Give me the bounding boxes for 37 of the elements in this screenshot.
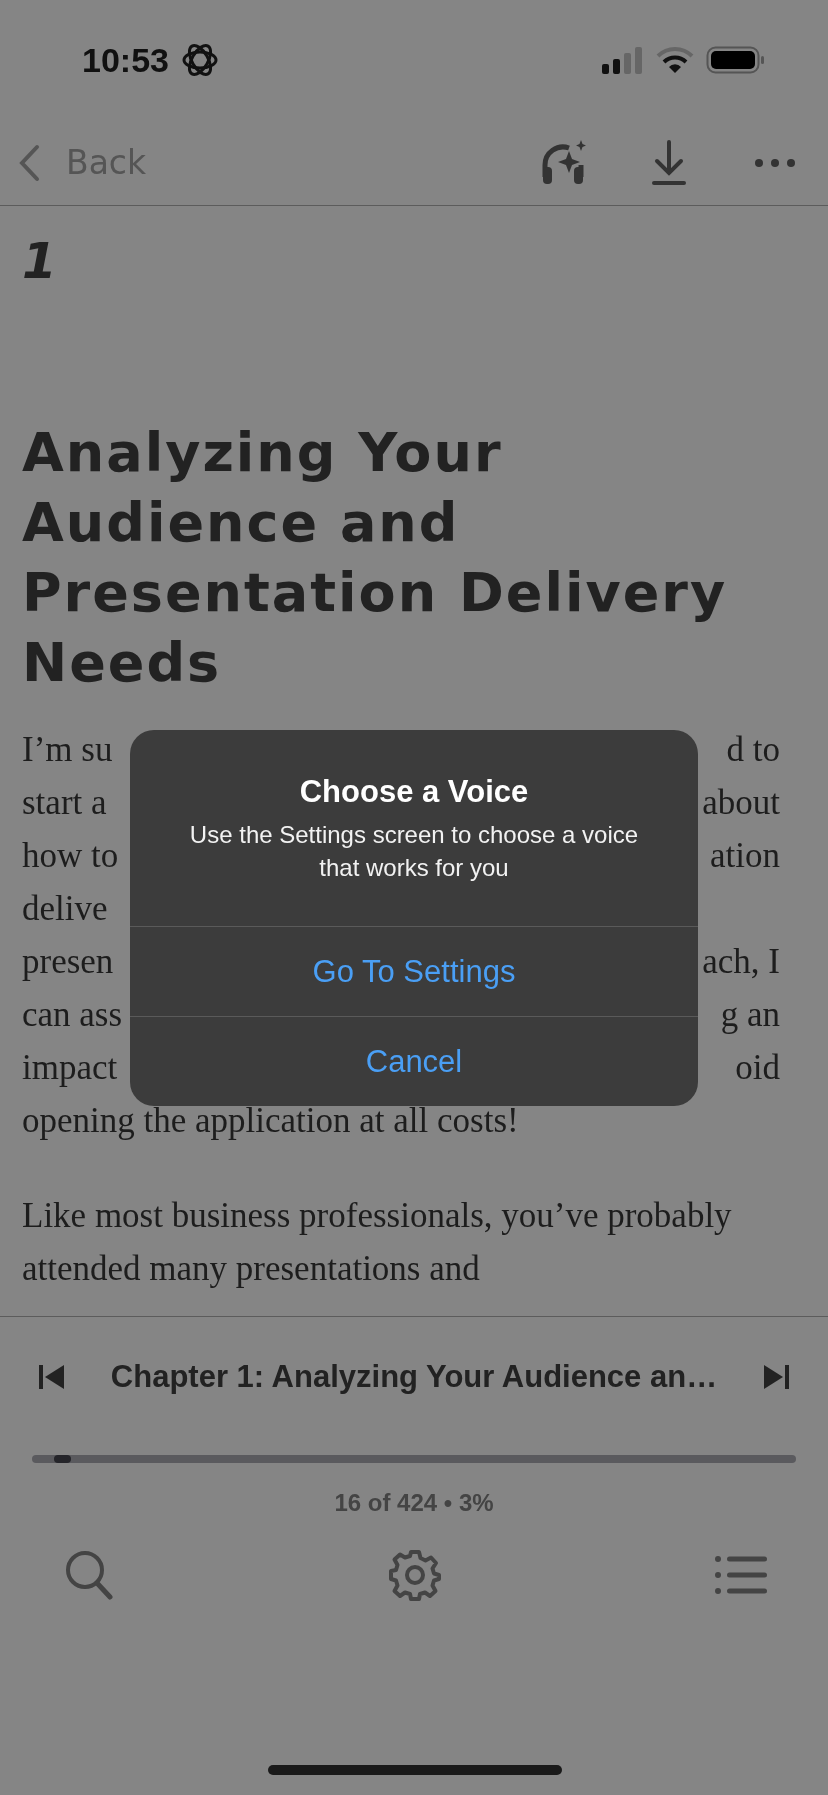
paragraph-text: presen	[22, 941, 114, 983]
dialog-action-button[interactable]: Go To Settings	[130, 926, 698, 1016]
progress-thumb[interactable]	[53, 1455, 71, 1463]
paragraph-text: oid	[735, 1047, 780, 1089]
paragraph-text: delive	[22, 888, 108, 930]
atom-icon	[180, 41, 219, 79]
paragraph-text: Like most business professionals, you’ve probably attended many presentations and	[22, 1195, 733, 1290]
paragraph-text: ation	[710, 835, 780, 877]
skip-forward-icon	[763, 1365, 789, 1389]
paragraph-text: g an	[720, 994, 780, 1036]
download-icon	[651, 139, 687, 186]
skip-back-icon	[39, 1365, 65, 1389]
paragraph-text: how to	[22, 835, 119, 877]
wifi-icon	[656, 46, 694, 74]
dialog-title: Choose a Voice	[299, 774, 529, 810]
page-position: 16 of 424 • 3%	[334, 1489, 494, 1517]
dialog-action-button[interactable]: Cancel	[130, 1016, 698, 1106]
settings-icon	[389, 1549, 441, 1601]
status-time: 10:53	[82, 40, 169, 80]
chapter-heading: Analyzing Your Audience and Presentation Delivery Needs	[22, 420, 729, 696]
paragraph-text: impact	[22, 1047, 118, 1089]
chapter-title: Chapter 1: Analyzing Your Audience an…	[110, 1359, 718, 1395]
search-icon	[65, 1550, 113, 1600]
list-icon	[715, 1555, 767, 1595]
more-icon	[754, 157, 796, 168]
paragraph-text: I’m su	[22, 729, 113, 771]
paragraph-text: can ass	[22, 994, 123, 1036]
paragraph-text: start a	[22, 782, 107, 824]
battery-icon	[706, 46, 766, 74]
dialog-message: Use the Settings screen to choose a voice that works for you	[188, 820, 640, 883]
paragraph-text: d to	[726, 729, 780, 771]
signal-icon	[602, 46, 644, 74]
progress-track[interactable]	[32, 1455, 796, 1463]
chevron-left-icon	[18, 143, 40, 182]
paragraph-text: ach, I	[702, 941, 780, 983]
paragraph-text: about	[702, 782, 780, 824]
chapter-number: 1	[22, 232, 58, 292]
